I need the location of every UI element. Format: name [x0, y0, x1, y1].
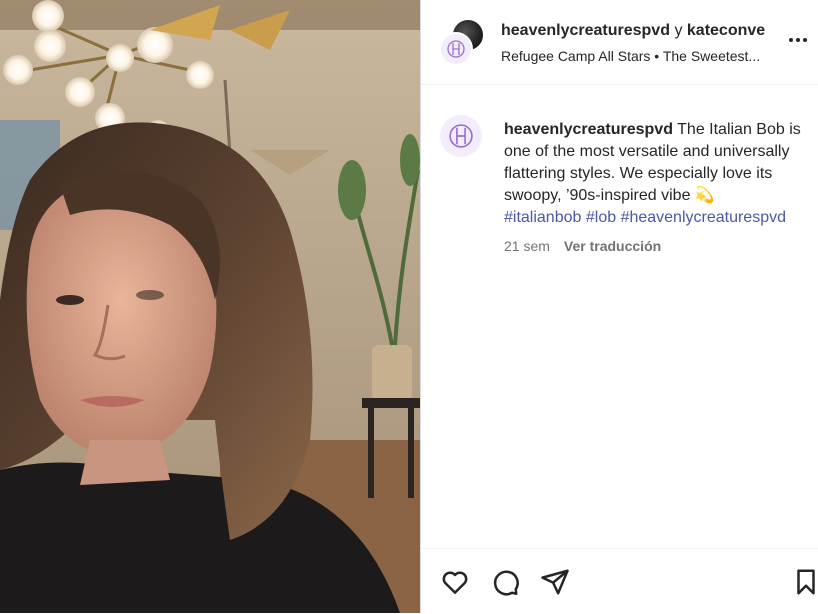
- username-connector: y: [674, 22, 683, 39]
- collab-usernames[interactable]: heavenlycreaturespvd y kateconve: [501, 22, 776, 40]
- post-header: heavenlycreaturespvd y kateconve Refugee…: [421, 0, 818, 85]
- post-action-bar: [421, 548, 818, 614]
- heart-icon[interactable]: [440, 567, 470, 597]
- caption-text-block: heavenlycreaturespvd The Italian Bob is …: [504, 119, 818, 229]
- post-caption: heavenlycreaturespvd The Italian Bob is …: [421, 85, 818, 545]
- send-icon[interactable]: [540, 567, 570, 597]
- collab-avatars[interactable]: [439, 18, 487, 66]
- hashtag-link[interactable]: #heavenlycreaturespvd: [621, 209, 786, 226]
- sparkle-emoji: 💫: [694, 187, 715, 204]
- avatar-heavenlycreaturespvd[interactable]: [439, 32, 473, 66]
- secondary-username[interactable]: kateconve: [687, 22, 765, 39]
- primary-username[interactable]: heavenlycreaturespvd: [501, 22, 670, 39]
- caption-avatar[interactable]: [440, 115, 482, 157]
- audio-attribution[interactable]: Refugee Camp All Stars • The Sweetest...: [501, 48, 776, 64]
- post-timestamp[interactable]: 21 sem: [504, 238, 550, 254]
- hashtag-link[interactable]: #lob: [586, 209, 616, 226]
- brand-logo-icon: [449, 124, 473, 148]
- brand-logo-icon: [447, 40, 465, 58]
- more-options-icon[interactable]: [784, 26, 812, 54]
- comment-icon[interactable]: [490, 567, 520, 597]
- post-video-frame: [0, 0, 420, 613]
- hashtag-link[interactable]: #italianbob: [504, 209, 581, 226]
- caption-username[interactable]: heavenlycreaturespvd: [504, 121, 673, 138]
- post-media[interactable]: [0, 0, 420, 613]
- translate-link[interactable]: Ver traducción: [564, 238, 661, 254]
- caption-meta: 21 sem Ver traducción: [504, 238, 661, 254]
- bookmark-icon[interactable]: [791, 567, 818, 597]
